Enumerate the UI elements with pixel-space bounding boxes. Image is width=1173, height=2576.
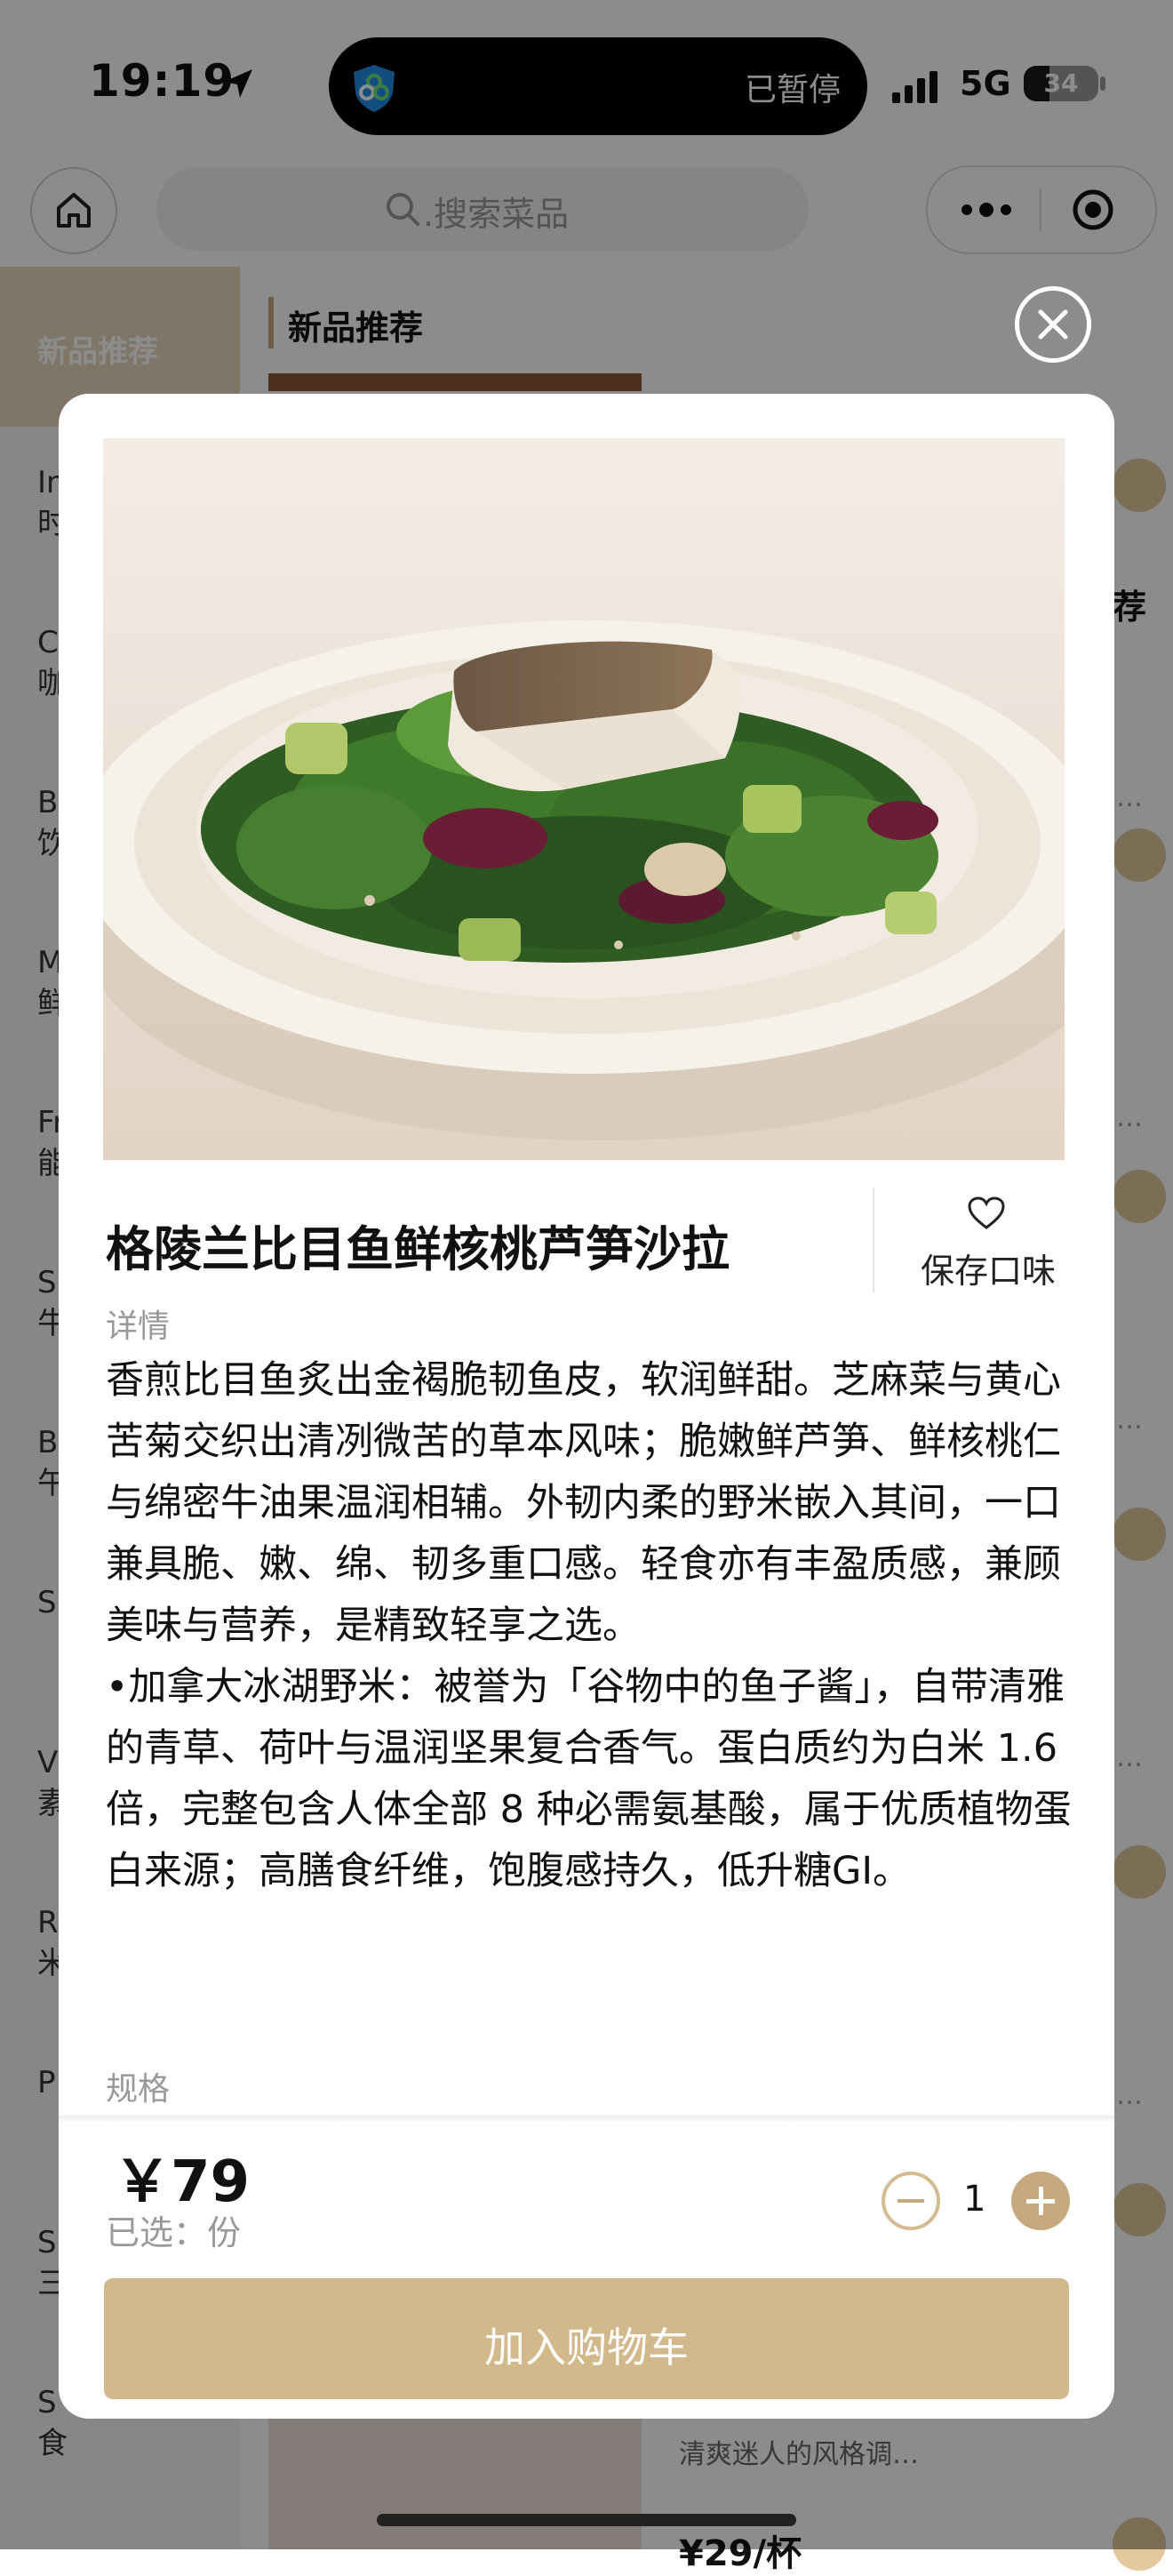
quantity-value: 1 <box>963 2179 986 2220</box>
add-to-cart-button[interactable]: 加入购物车 <box>104 2278 1069 2399</box>
detail-label: 详情 <box>106 1308 171 1345</box>
add-to-cart-label: 加入购物车 <box>484 2324 689 2372</box>
description-paragraph: •加拿大冰湖野米：被誉为「谷物中的鱼子酱」，自带清雅的青草、荷叶与温润坚果复合香… <box>106 1665 1072 1893</box>
favorite-divider <box>873 1188 874 1292</box>
dish-title: 格陵兰比目鱼鲜核桃芦笋沙拉 <box>106 1221 730 1277</box>
dish-description: 香煎比目鱼炙出金褐脆韧鱼皮，软润鲜甜。芝麻菜与黄心苦菊交织出清冽微苦的草本风味；… <box>106 1350 1074 1902</box>
close-icon <box>1038 309 1068 340</box>
save-flavor-button[interactable]: 保存口味 <box>921 1244 1056 1292</box>
dish-photo <box>103 438 1065 1160</box>
close-button[interactable] <box>1015 286 1091 363</box>
description-paragraph: 香煎比目鱼炙出金褐脆韧鱼皮，软润鲜甜。芝麻菜与黄心苦菊交织出清冽微苦的草本风味；… <box>106 1358 1061 1648</box>
decrease-quantity-button[interactable] <box>882 2172 940 2230</box>
home-indicator[interactable] <box>377 2514 796 2526</box>
increase-quantity-button[interactable] <box>1011 2172 1070 2230</box>
footer-divider <box>59 2116 1114 2123</box>
selected-spec: 已选：份 <box>106 2213 242 2252</box>
product-detail-modal: 格陵兰比目鱼鲜核桃芦笋沙拉 保存口味 详情 香煎比目鱼炙出金褐脆韧鱼皮，软润鲜甜… <box>59 394 1114 2419</box>
heart-icon[interactable] <box>967 1196 1006 1231</box>
spec-label: 规格 <box>106 2071 171 2108</box>
